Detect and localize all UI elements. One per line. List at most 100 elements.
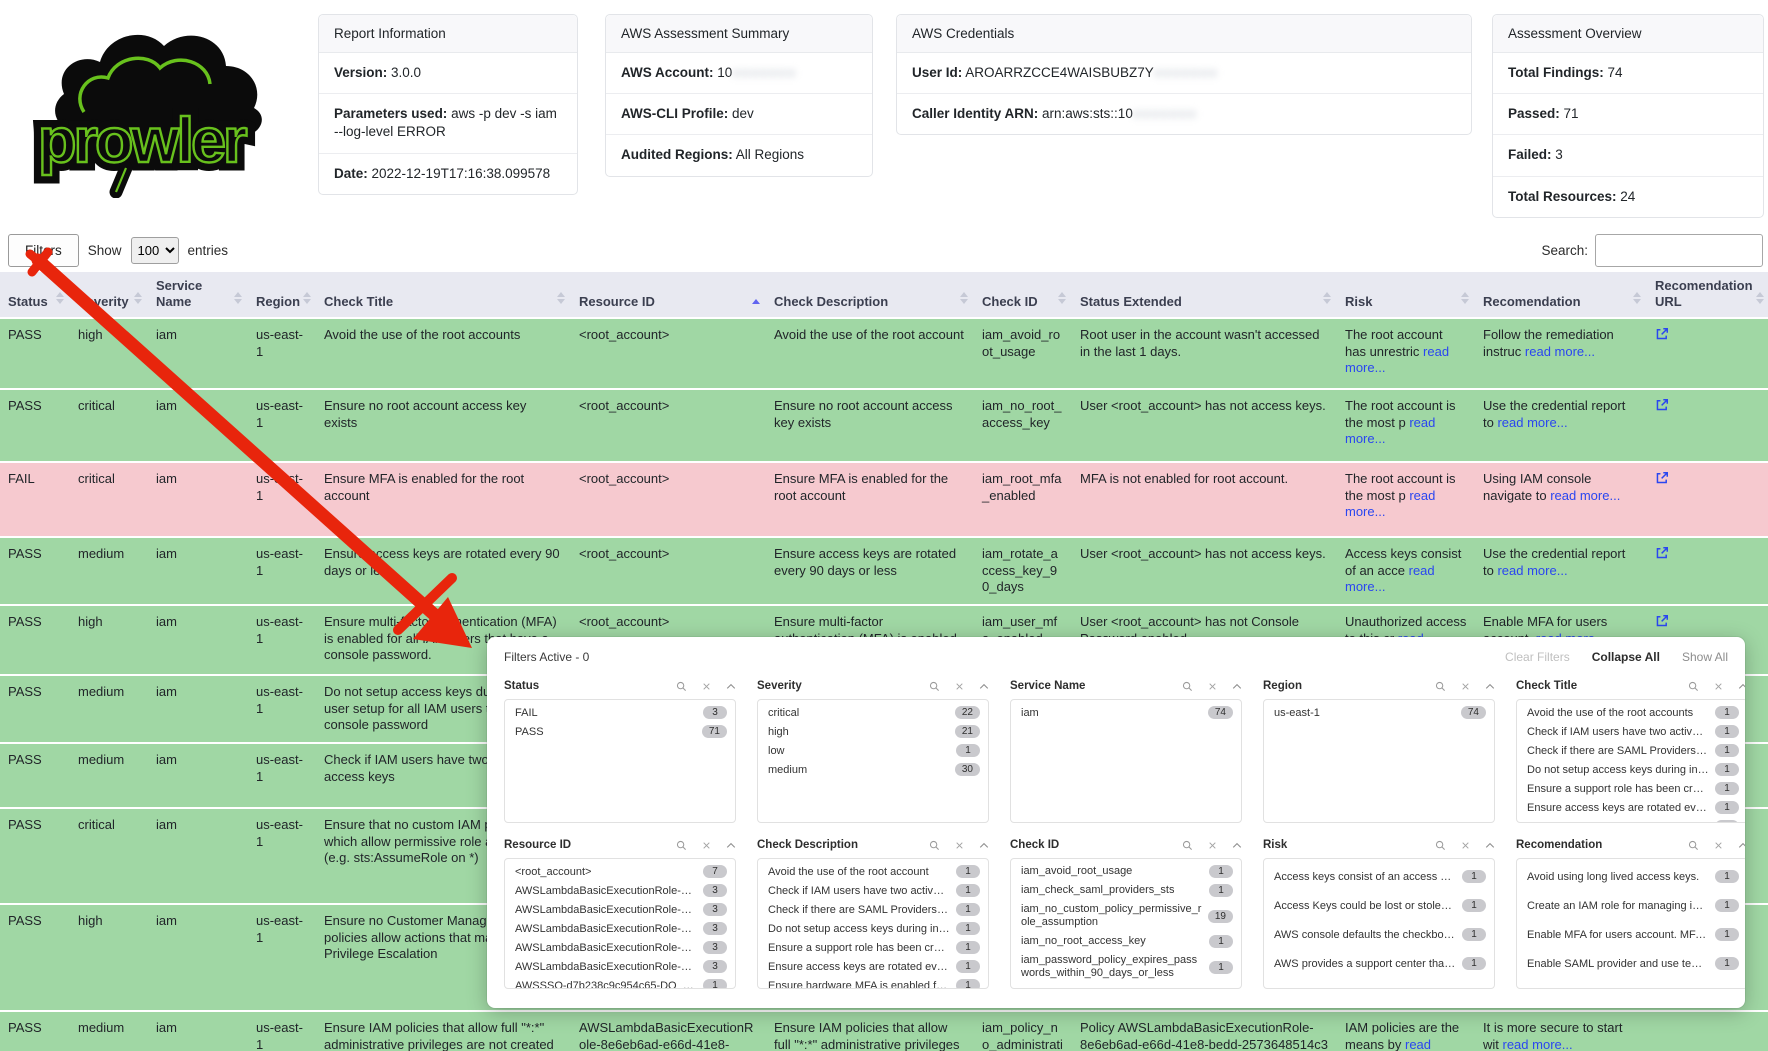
search-icon[interactable] bbox=[1688, 681, 1699, 692]
search-icon[interactable] bbox=[676, 681, 687, 692]
clear-icon[interactable] bbox=[1461, 841, 1470, 850]
collapse-icon[interactable] bbox=[1485, 842, 1495, 849]
search-input[interactable] bbox=[1595, 234, 1763, 267]
sort-icons[interactable] bbox=[1461, 292, 1469, 304]
collapse-icon[interactable] bbox=[726, 842, 736, 849]
column-header-recomendation[interactable]: Recomendation bbox=[1475, 272, 1647, 317]
sort-icons[interactable] bbox=[1323, 292, 1331, 304]
filter-option[interactable]: Enable MFA for users account. MFA is a s… bbox=[1517, 920, 1745, 949]
filter-option[interactable]: Ensure access keys are rotated every 90 … bbox=[758, 957, 988, 976]
clear-icon[interactable] bbox=[1208, 841, 1217, 850]
filter-option[interactable]: Ensure a support role has been created t… bbox=[758, 938, 988, 957]
clear-icon[interactable] bbox=[1208, 682, 1217, 691]
sort-icons[interactable] bbox=[303, 292, 311, 304]
filter-option[interactable]: AWSLambdaBasicExecutionRole-cee047be-4d6… bbox=[505, 957, 735, 976]
filter-option[interactable]: Check if there are SAML Providers then S… bbox=[758, 900, 988, 919]
filter-option[interactable]: Create an IAM role for managing incident… bbox=[1517, 891, 1745, 920]
read-more-link[interactable]: read more... bbox=[1345, 1037, 1431, 1051]
filter-option[interactable]: Avoid the use of the root accounts1 bbox=[1517, 703, 1745, 722]
collapse-icon[interactable] bbox=[1738, 683, 1745, 690]
filter-option[interactable]: Ensure access keys are rotated every 90 … bbox=[1517, 798, 1745, 817]
filter-option[interactable]: Do not setup access keys during initial … bbox=[1517, 760, 1745, 779]
filter-option[interactable]: Check if IAM users have two active acces… bbox=[758, 881, 988, 900]
filter-option[interactable]: AWSLambdaBasicExecutionRole-b79ce1ee-f71… bbox=[505, 900, 735, 919]
search-icon[interactable] bbox=[1435, 681, 1446, 692]
filter-option[interactable]: AWSLambdaBasicExecutionRole-8e6eb6ad-e66… bbox=[505, 881, 735, 900]
filter-option[interactable]: iam_no_custom_policy_permissive_role_ass… bbox=[1011, 900, 1241, 932]
filter-option[interactable]: Access Keys could be lost or stolen. It … bbox=[1264, 891, 1494, 920]
search-icon[interactable] bbox=[1182, 681, 1193, 692]
clear-icon[interactable] bbox=[702, 682, 711, 691]
clear-icon[interactable] bbox=[955, 841, 964, 850]
sort-icons[interactable] bbox=[960, 292, 968, 304]
filter-option[interactable]: AWS provides a support center that can b… bbox=[1264, 949, 1494, 978]
read-more-link[interactable]: read more... bbox=[1497, 415, 1567, 430]
filter-option[interactable]: Access keys consist of an access key ID … bbox=[1264, 862, 1494, 891]
filter-option[interactable]: iam_no_root_access_key1 bbox=[1011, 932, 1241, 951]
sort-icons[interactable] bbox=[134, 292, 142, 304]
sort-icons[interactable] bbox=[1058, 292, 1066, 304]
filter-option[interactable]: iam_password_policy_expires_passwords_wi… bbox=[1011, 951, 1241, 983]
column-header-status[interactable]: Status bbox=[0, 272, 70, 317]
column-header-recomendation-url[interactable]: Recomendation URL bbox=[1647, 272, 1768, 317]
filter-option[interactable]: AWSSSO-d7b238c9c954c65-DO_NOT_DELETE...1 bbox=[505, 976, 735, 989]
search-icon[interactable] bbox=[1688, 840, 1699, 851]
filters-button[interactable]: Filters bbox=[8, 234, 79, 267]
collapse-icon[interactable] bbox=[1485, 683, 1495, 690]
clear-icon[interactable] bbox=[1461, 682, 1470, 691]
filter-option[interactable]: Ensure hardware MFA is enabled for the r… bbox=[1517, 817, 1745, 823]
filters-action-collapse-all[interactable]: Collapse All bbox=[1592, 650, 1660, 664]
collapse-icon[interactable] bbox=[1232, 842, 1242, 849]
collapse-icon[interactable] bbox=[979, 842, 989, 849]
clear-icon[interactable] bbox=[702, 841, 711, 850]
filter-option[interactable]: AWSLambdaBasicExecutionRole-bd7b89eb-f98… bbox=[505, 919, 735, 938]
column-header-region[interactable]: Region bbox=[248, 272, 316, 317]
filter-option[interactable]: <root_account>7 bbox=[505, 862, 735, 881]
page-size-select[interactable]: 100 bbox=[131, 237, 179, 264]
filter-option[interactable]: medium30 bbox=[758, 760, 988, 779]
filter-option[interactable]: Avoid using long lived access keys.1 bbox=[1517, 862, 1745, 891]
filter-option[interactable]: us-east-174 bbox=[1264, 703, 1494, 722]
read-more-link[interactable]: read more... bbox=[1345, 415, 1435, 447]
read-more-link[interactable]: read more... bbox=[1503, 1037, 1573, 1051]
filter-option[interactable]: critical22 bbox=[758, 703, 988, 722]
clear-icon[interactable] bbox=[955, 682, 964, 691]
read-more-link[interactable]: read more... bbox=[1345, 488, 1435, 520]
sort-icons[interactable] bbox=[752, 299, 760, 304]
column-header-check-title[interactable]: Check Title bbox=[316, 272, 571, 317]
filter-option[interactable]: AWSLambdaBasicExecutionRole-c5c83274-853… bbox=[505, 938, 735, 957]
filter-option[interactable]: low1 bbox=[758, 741, 988, 760]
filter-option[interactable]: Check if there are SAML Providers then S… bbox=[1517, 741, 1745, 760]
external-link-icon[interactable] bbox=[1655, 398, 1669, 417]
column-header-check-id[interactable]: Check ID bbox=[974, 272, 1072, 317]
external-link-icon[interactable] bbox=[1655, 471, 1669, 490]
search-icon[interactable] bbox=[676, 840, 687, 851]
sort-icons[interactable] bbox=[56, 292, 64, 304]
sort-icons[interactable] bbox=[234, 292, 242, 304]
filter-option[interactable]: FAIL3 bbox=[505, 703, 735, 722]
search-icon[interactable] bbox=[929, 681, 940, 692]
column-header-resource-id[interactable]: Resource ID bbox=[571, 272, 766, 317]
filter-option[interactable]: iam74 bbox=[1011, 703, 1241, 722]
sort-icons[interactable] bbox=[1756, 292, 1764, 304]
filter-option[interactable]: Do not setup access keys during initial … bbox=[758, 919, 988, 938]
column-header-check-description[interactable]: Check Description bbox=[766, 272, 974, 317]
filter-option[interactable]: Check if IAM users have two active acces… bbox=[1517, 722, 1745, 741]
external-link-icon[interactable] bbox=[1655, 546, 1669, 565]
external-link-icon[interactable] bbox=[1655, 614, 1669, 633]
read-more-link[interactable]: read more... bbox=[1345, 344, 1449, 376]
collapse-icon[interactable] bbox=[979, 683, 989, 690]
filter-option[interactable]: AWS console defaults the checkbox for cr… bbox=[1264, 920, 1494, 949]
external-link-icon[interactable] bbox=[1655, 327, 1669, 346]
read-more-link[interactable]: read more... bbox=[1345, 563, 1435, 595]
filters-action-clear-filters[interactable]: Clear Filters bbox=[1505, 650, 1570, 664]
filter-option[interactable]: high21 bbox=[758, 722, 988, 741]
collapse-icon[interactable] bbox=[1738, 842, 1745, 849]
sort-icons[interactable] bbox=[557, 292, 565, 304]
filter-option[interactable]: Enable SAML provider and use temporary c… bbox=[1517, 949, 1745, 978]
filter-option[interactable]: Ensure hardware MFA is enabled for the r… bbox=[758, 976, 988, 989]
collapse-icon[interactable] bbox=[1232, 683, 1242, 690]
read-more-link[interactable]: read more... bbox=[1525, 344, 1595, 359]
clear-icon[interactable] bbox=[1714, 682, 1723, 691]
read-more-link[interactable]: read more... bbox=[1497, 563, 1567, 578]
